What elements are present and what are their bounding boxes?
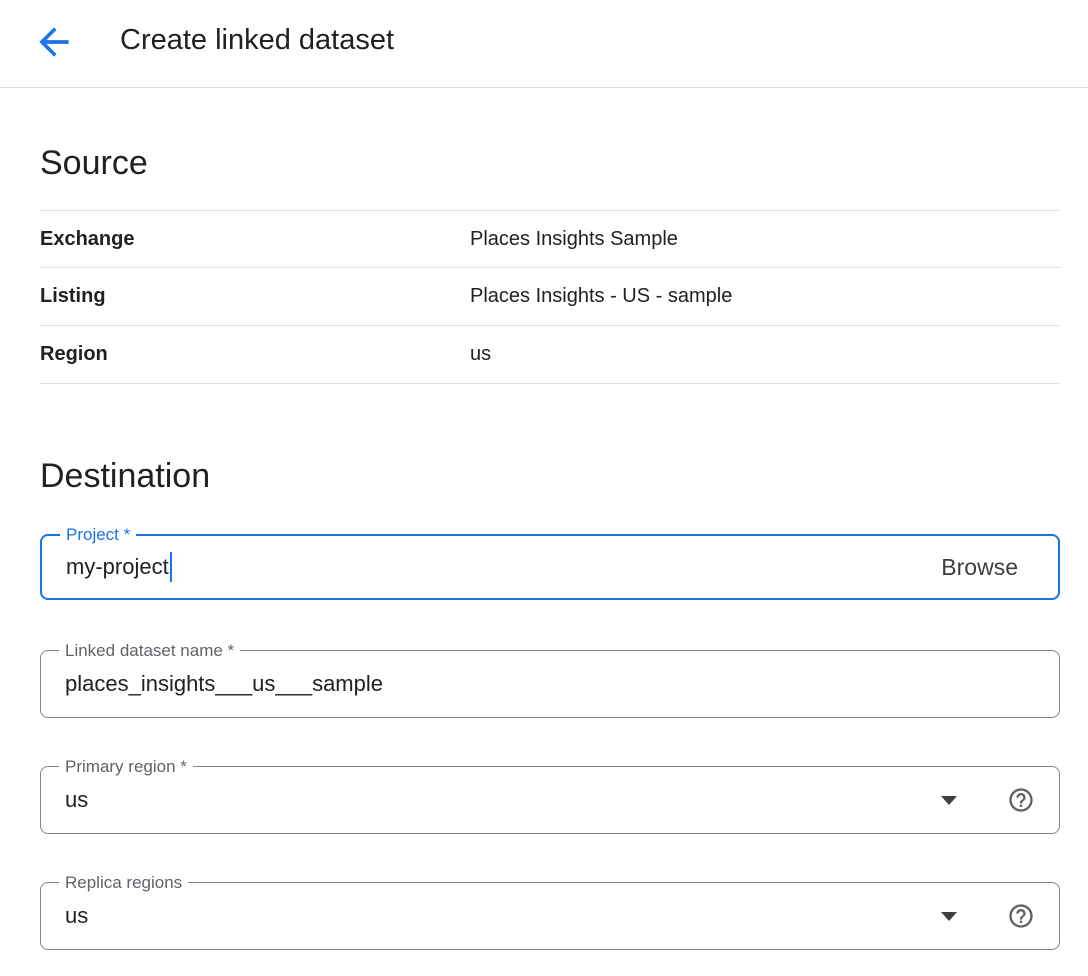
primary-region-field[interactable]: Primary region * us: [40, 766, 1060, 834]
replica-regions-field[interactable]: Replica regions us: [40, 882, 1060, 950]
source-table: Exchange Places Insights Sample Listing …: [40, 210, 1060, 384]
browse-button[interactable]: Browse: [941, 554, 1018, 581]
page-title: Create linked dataset: [120, 24, 394, 57]
source-heading: Source: [40, 146, 1060, 180]
listing-label: Listing: [40, 285, 470, 308]
main-content: Source Exchange Places Insights Sample L…: [0, 146, 1060, 950]
back-button[interactable]: [30, 20, 78, 68]
arrow-back-icon: [32, 20, 76, 67]
help-outline-icon[interactable]: [1007, 902, 1035, 930]
replica-regions-label: Replica regions: [59, 874, 188, 892]
destination-heading: Destination: [40, 459, 1060, 493]
primary-region-label: Primary region *: [59, 758, 193, 776]
exchange-value: Places Insights Sample: [470, 228, 678, 251]
exchange-label: Exchange: [40, 228, 470, 251]
project-field-label: Project *: [60, 526, 136, 544]
table-row-listing: Listing Places Insights - US - sample: [40, 268, 1060, 326]
linked-dataset-name-field[interactable]: Linked dataset name * places_insights___…: [40, 650, 1060, 718]
project-input-value[interactable]: my-project: [66, 554, 169, 580]
table-row-exchange: Exchange Places Insights Sample: [40, 210, 1060, 268]
project-field[interactable]: Project * my-project Browse: [40, 534, 1060, 600]
page-header: Create linked dataset: [0, 0, 1088, 88]
primary-region-value[interactable]: us: [65, 787, 88, 813]
table-row-region: Region us: [40, 326, 1060, 384]
listing-value: Places Insights - US - sample: [470, 285, 732, 308]
region-label: Region: [40, 343, 470, 366]
linked-dataset-name-value[interactable]: places_insights___us___sample: [65, 671, 383, 697]
arrow-drop-down-icon[interactable]: [941, 912, 957, 921]
replica-regions-value[interactable]: us: [65, 903, 88, 929]
linked-dataset-name-label: Linked dataset name *: [59, 642, 240, 660]
region-value: us: [470, 343, 491, 366]
text-cursor: [170, 552, 172, 582]
arrow-drop-down-icon[interactable]: [941, 796, 957, 805]
help-outline-icon[interactable]: [1007, 786, 1035, 814]
